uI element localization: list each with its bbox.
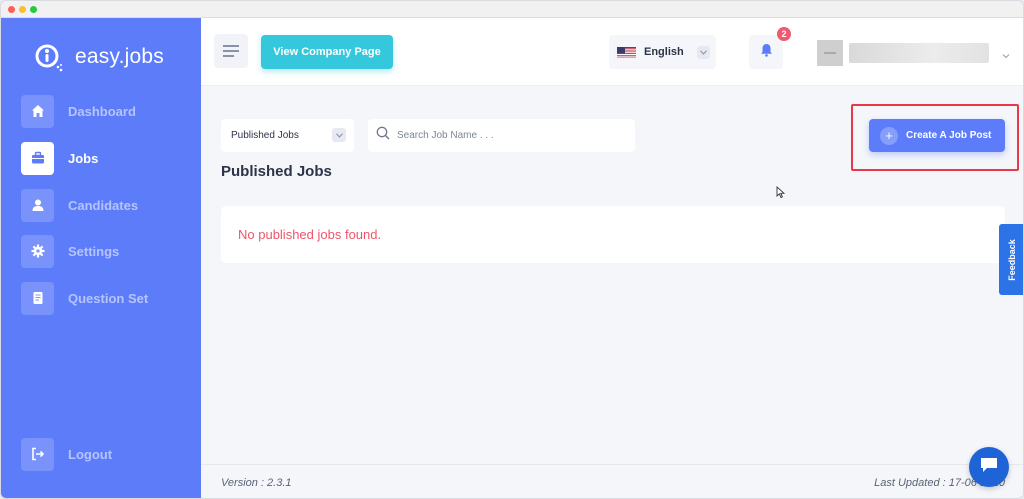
document-icon — [21, 281, 54, 315]
search-icon — [376, 126, 390, 145]
briefcase-icon — [21, 141, 54, 175]
sidebar-item-label: Candidates — [68, 197, 139, 213]
page-footer: Version : 2.3.1 Last Updated : 17-06-202… — [201, 464, 1023, 498]
user-name-redacted[interactable] — [849, 43, 989, 63]
sidebar: easy.jobs Dashboard Jobs Candidates Sett… — [1, 18, 201, 498]
job-status-filter[interactable]: Published Jobs — [221, 119, 354, 152]
easyjobs-logo-icon — [33, 42, 63, 72]
us-flag-icon — [617, 46, 636, 58]
bell-icon — [760, 43, 773, 62]
sidebar-item-jobs[interactable]: Jobs — [21, 141, 191, 175]
create-job-post-button[interactable]: + Create A Job Post — [869, 119, 1005, 152]
sidebar-item-question-set[interactable]: Question Set — [21, 281, 191, 315]
user-icon — [21, 188, 54, 222]
logout-label: Logout — [68, 446, 113, 462]
job-search-box[interactable] — [368, 119, 635, 152]
search-input[interactable] — [397, 130, 617, 141]
logout-button[interactable]: Logout — [21, 437, 191, 471]
app-window: easy.jobs Dashboard Jobs Candidates Sett… — [0, 0, 1024, 499]
chat-icon — [979, 456, 999, 479]
chevron-down-icon — [332, 128, 346, 142]
sidebar-toggle-button[interactable] — [214, 34, 248, 68]
app-logo[interactable]: easy.jobs — [33, 40, 164, 74]
avatar[interactable] — [817, 40, 843, 66]
notification-count-badge: 2 — [777, 27, 791, 41]
notifications-button[interactable] — [749, 35, 783, 69]
language-selector[interactable]: English — [609, 35, 716, 69]
plus-icon: + — [880, 126, 898, 145]
window-maximize-button[interactable] — [30, 6, 37, 13]
create-job-post-label: Create A Job Post — [906, 130, 992, 141]
logout-icon — [21, 437, 54, 471]
sidebar-item-label: Dashboard — [68, 103, 136, 119]
sidebar-item-dashboard[interactable]: Dashboard — [21, 94, 191, 128]
jobs-list-card: No published jobs found. — [221, 206, 1005, 263]
view-company-page-button[interactable]: View Company Page — [261, 35, 393, 69]
top-header: View Company Page English 2 — [201, 18, 1023, 86]
sidebar-item-label: Jobs — [68, 150, 99, 166]
feedback-label: Feedback — [1007, 238, 1017, 281]
sidebar-item-label: Settings — [68, 243, 120, 259]
gear-icon — [21, 234, 54, 268]
chevron-down-icon — [697, 46, 710, 59]
app-name: easy.jobs — [75, 45, 164, 68]
window-close-button[interactable] — [8, 6, 15, 13]
chevron-down-icon[interactable] — [1001, 48, 1011, 59]
sidebar-item-label: Question Set — [68, 290, 149, 306]
window-titlebar — [1, 1, 1023, 18]
chat-support-button[interactable] — [969, 447, 1009, 487]
sidebar-item-candidates[interactable]: Candidates — [21, 188, 191, 222]
feedback-tab[interactable]: Feedback — [999, 224, 1023, 295]
mouse-cursor-icon — [776, 185, 786, 204]
empty-state-message: No published jobs found. — [238, 227, 382, 242]
page-title: Published Jobs — [221, 163, 332, 180]
home-icon — [21, 94, 54, 128]
menu-icon — [223, 45, 239, 47]
version-text: Version : 2.3.1 — [221, 477, 292, 489]
sidebar-item-settings[interactable]: Settings — [21, 234, 191, 268]
filter-selected-value: Published Jobs — [231, 130, 299, 141]
language-label: English — [644, 46, 684, 58]
window-minimize-button[interactable] — [19, 6, 26, 13]
